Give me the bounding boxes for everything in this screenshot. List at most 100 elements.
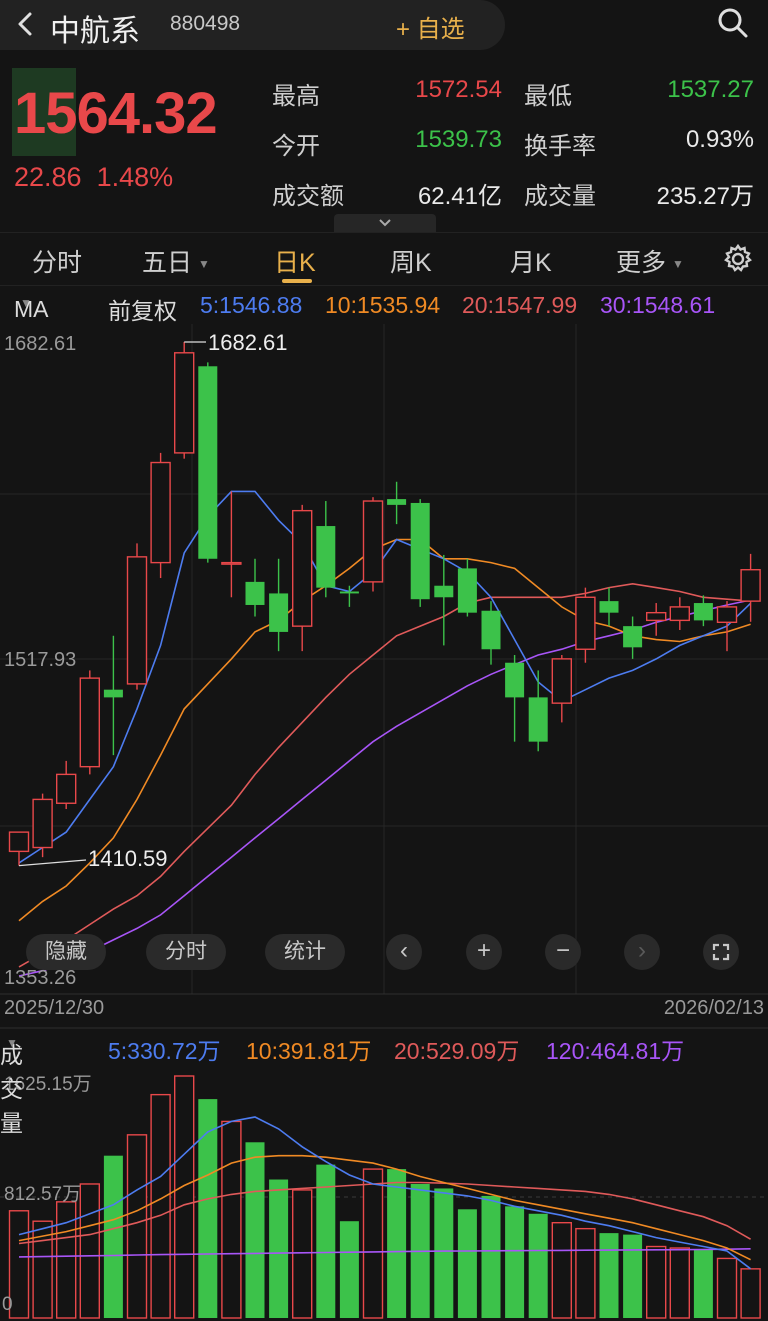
price-axis-bottom: 1353.26	[4, 967, 76, 989]
tab-weekly-k[interactable]: 周K	[390, 243, 432, 279]
expand-quote-button[interactable]	[334, 214, 436, 232]
volume-bar	[669, 1247, 690, 1319]
volume-bar	[221, 1120, 242, 1319]
candle-body	[646, 611, 667, 622]
scroll-left-button[interactable]: ‹	[386, 934, 422, 970]
volume-axis-mid: 812.57万	[4, 1184, 81, 1205]
candle-body	[481, 610, 501, 650]
volume-bar	[551, 1221, 572, 1319]
price-axis-mid: 1517.93	[4, 649, 76, 671]
candle-body	[339, 591, 359, 594]
volume-bar	[173, 1075, 195, 1319]
volume-bar	[646, 1245, 667, 1319]
volume-bar	[150, 1093, 171, 1319]
candle-body	[126, 556, 148, 685]
volume-bar	[339, 1221, 359, 1318]
candle-body	[198, 366, 218, 559]
ma-legend: MA ▼ 前复权 5:1546.88 10:1535.94 20:1547.99 …	[14, 292, 716, 326]
current-price: 1564.32	[14, 81, 218, 146]
candle-body	[150, 461, 171, 564]
candle-body	[693, 603, 713, 621]
vol-ma20-value: 20:529.09万	[394, 1038, 520, 1064]
search-icon[interactable]	[716, 6, 750, 40]
stat-value-turnover: 0.93%	[685, 126, 754, 153]
intraday-button[interactable]: 分时	[146, 934, 226, 970]
volume-bar	[387, 1169, 407, 1318]
fullscreen-icon	[712, 943, 730, 961]
volume-bar	[740, 1268, 761, 1319]
candle-body	[221, 561, 242, 565]
kline-chart[interactable]: 1682.61 1517.93 1353.26 2025/12/30 2026/…	[0, 324, 768, 1321]
volume-bar	[126, 1134, 148, 1319]
date-start: 2025/12/30	[4, 997, 104, 1019]
volume-bar	[716, 1257, 738, 1319]
volume-bar	[245, 1142, 265, 1318]
stat-label-open: 今开	[272, 133, 320, 160]
price-change: 22.86 1.48%	[14, 162, 174, 192]
stat-value-high: 1572.54	[415, 76, 502, 103]
plus-icon: +	[476, 937, 491, 964]
volume-bar	[56, 1201, 77, 1319]
volume-bar	[362, 1168, 384, 1319]
high-annotation: 1682.61	[208, 330, 288, 355]
candle-body	[669, 606, 690, 622]
volume-bar	[575, 1227, 596, 1319]
zoom-out-button[interactable]: −	[545, 934, 581, 970]
chevron-right-icon: ›	[638, 937, 646, 964]
volume-bar	[528, 1213, 548, 1318]
gear-icon[interactable]	[722, 243, 754, 275]
volume-bar	[457, 1209, 477, 1318]
stat-value-open: 1539.73	[415, 126, 502, 153]
candle-body	[575, 596, 596, 650]
candle-body	[362, 500, 384, 583]
volume-axis-zero: 0	[2, 1294, 13, 1315]
stat-value-volume: 235.27万	[656, 183, 754, 210]
candle-body	[528, 697, 548, 742]
candle-body	[292, 509, 313, 627]
low-annotation: 1410.59	[88, 846, 168, 871]
tab-intraday[interactable]: 分时	[32, 243, 82, 279]
candle-body	[599, 601, 619, 613]
tab-daily-k[interactable]: 日K	[274, 243, 316, 279]
volume-bar	[103, 1155, 123, 1318]
volume-bar	[269, 1179, 289, 1318]
vol-ma10-value: 10:391.81万	[246, 1038, 372, 1064]
candle-body	[716, 606, 738, 623]
hide-button[interactable]: 隐藏	[26, 934, 106, 970]
stat-label-turnover: 换手率	[524, 133, 596, 160]
minus-icon: −	[555, 937, 570, 964]
volume-bar	[599, 1233, 619, 1318]
back-arrow-icon[interactable]	[14, 10, 38, 38]
candle-body	[8, 831, 30, 853]
tab-five-day[interactable]: 五日 ▼	[142, 243, 210, 279]
volume-bar	[505, 1206, 525, 1318]
candle-body	[316, 526, 336, 588]
price-axis-top: 1682.61	[4, 333, 76, 355]
statistics-button[interactable]: 统计	[265, 934, 345, 970]
candle-body	[32, 798, 53, 849]
ma30-value: 30:1548.61	[600, 292, 716, 318]
vol-ma5-value: 5:330.72万	[108, 1038, 221, 1064]
candle-body	[103, 689, 123, 698]
caret-down-icon: ▼	[20, 296, 32, 310]
ma5-value: 5:1546.88	[200, 292, 303, 318]
stat-label-volume: 成交量	[524, 183, 596, 210]
candle-body	[740, 569, 761, 602]
add-watchlist-button[interactable]: + 自选	[396, 9, 465, 44]
quote-panel: 1564.32 22.86 1.48% 最高 1572.54 最低 1537.2…	[0, 60, 768, 232]
low-annotation-leader	[18, 859, 87, 867]
ma10-value: 10:1535.94	[325, 292, 441, 318]
adjust-mode[interactable]: 前复权	[108, 292, 177, 326]
tab-monthly-k[interactable]: 月K	[510, 243, 552, 279]
scroll-right-button[interactable]: ›	[624, 934, 660, 970]
candle-body	[245, 581, 265, 605]
fullscreen-button[interactable]	[703, 934, 739, 970]
candle-body	[434, 585, 454, 598]
candles	[8, 341, 761, 867]
caret-down-icon: ▼	[198, 257, 210, 272]
top-bar: 中航系 880498 + 自选	[0, 0, 768, 52]
zoom-in-button[interactable]: +	[466, 934, 502, 970]
tab-more[interactable]: 更多 ▼	[616, 243, 684, 279]
stat-label-amount: 成交额	[272, 183, 344, 210]
ma20-value: 20:1547.99	[462, 292, 578, 318]
